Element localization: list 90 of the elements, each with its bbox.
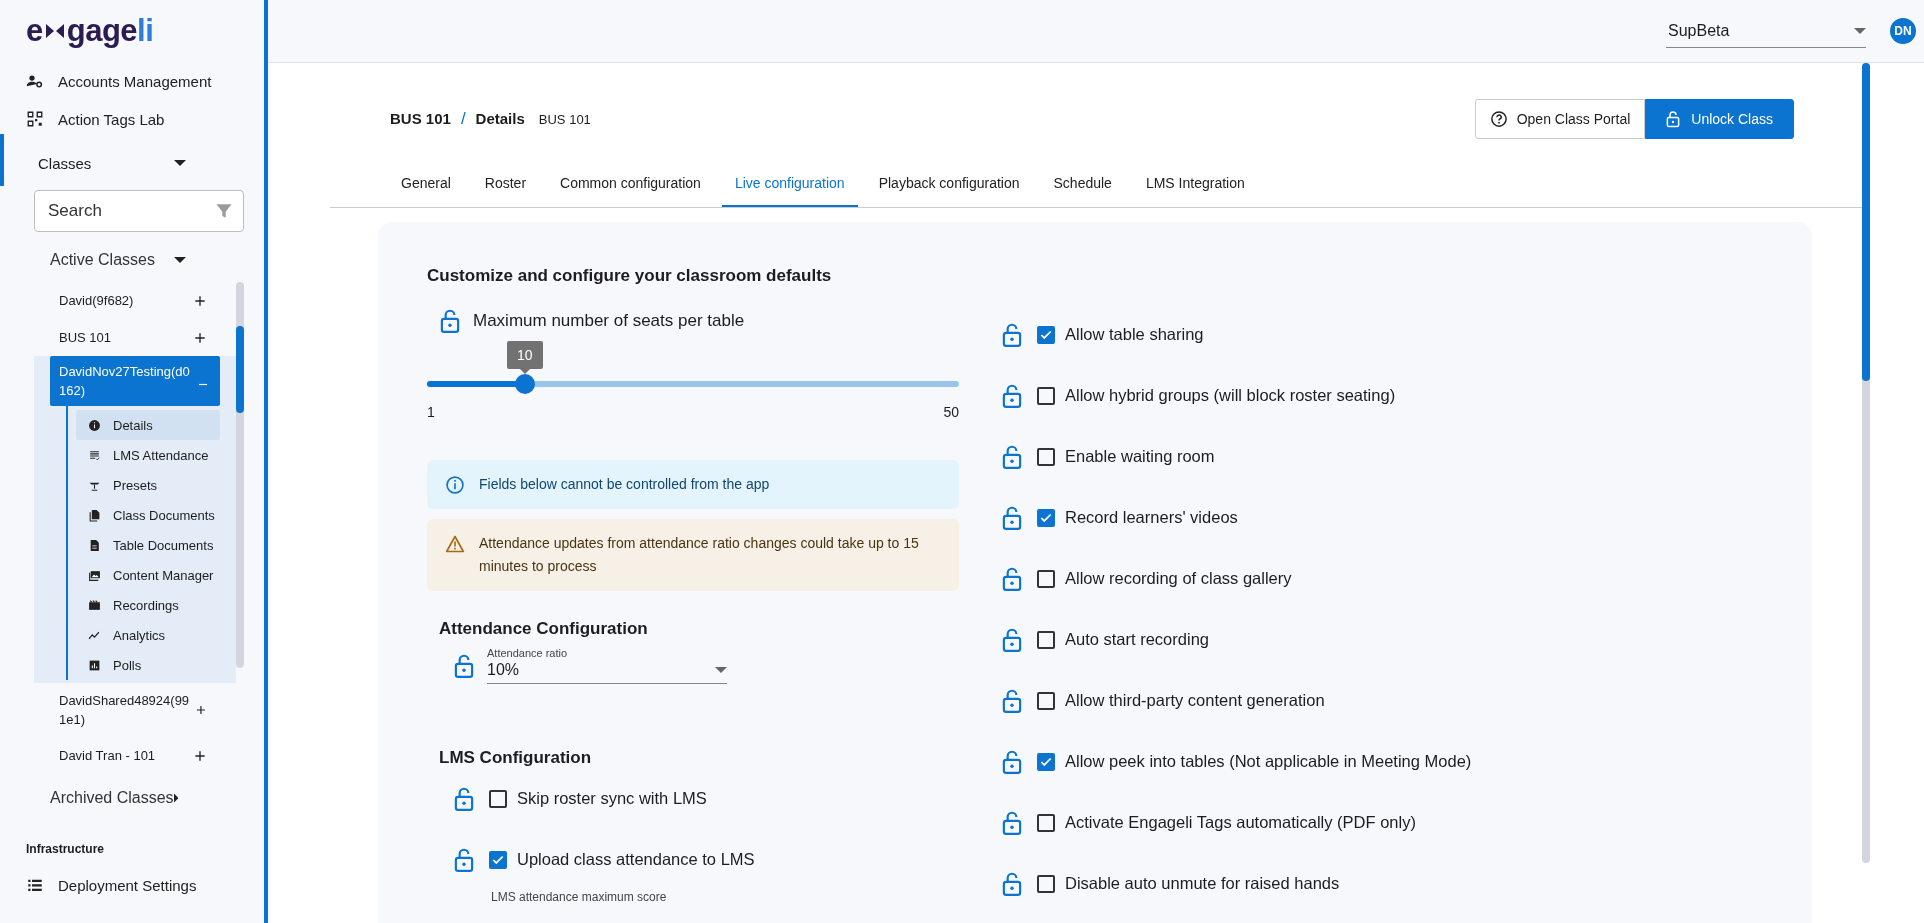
tab[interactable]: Live configuration [721,161,858,207]
alert-text: Fields below cannot be controlled from the app [479,475,770,494]
documents-icon [88,508,101,522]
tab[interactable]: LMS Integration [1132,161,1258,207]
user-avatar[interactable]: DN [1890,18,1916,44]
checkbox[interactable] [1037,569,1055,588]
class-item[interactable]: DavidNov27Testing(d0162) [50,356,220,406]
breadcrumb-separator: / [460,109,466,129]
tab[interactable]: Roster [471,161,540,207]
checkbox[interactable] [1037,752,1055,771]
nav-item[interactable]: Deployment Settings [0,866,264,904]
checkbox[interactable] [1037,630,1055,649]
document-icon [88,538,101,552]
grid-icon [26,110,44,128]
archived-classes-header[interactable]: Archived Classes [0,774,264,822]
checkbox[interactable] [489,850,507,869]
checkbox[interactable] [1037,813,1055,832]
scrollbar[interactable] [1862,63,1870,863]
info-icon [445,475,465,495]
scrollbar[interactable] [236,282,244,668]
slider-max-label: 50 [943,404,959,420]
slider-min-label: 1 [427,404,435,420]
tab[interactable]: Schedule [1040,161,1125,207]
value-tooltip: 10 [506,341,543,374]
checkbox[interactable] [1037,325,1055,344]
nav-item[interactable]: Action Tags Lab [0,100,264,138]
field-label: LMS attendance maximum score [490,890,668,904]
class-item[interactable]: BUS 101 [0,319,236,356]
tab[interactable]: Common configuration [547,161,714,207]
checkbox[interactable] [1037,691,1055,710]
checkbox-label: Disable auto unmute for raised hands [1065,874,1340,893]
bar-chart-icon [88,658,101,672]
info-icon [88,418,101,432]
unlock-button[interactable]: Unlock Class [1645,99,1794,139]
class-menu-item[interactable]: Polls [76,650,220,680]
checkbox-label: Activate Engageli Tags automatically (PDF only) [1065,813,1416,832]
section-heading: Infrastructure [25,841,106,858]
tab[interactable]: Playback configuration [865,161,1033,207]
alert-text: Attendance updates from attendance ratio changes could take up to 15 minutes to process [479,534,920,576]
slider-thumb[interactable] [514,374,535,394]
checkbox[interactable] [1037,447,1055,466]
organization-select[interactable]: SupBeta [1666,14,1866,48]
attendance-ratio-select[interactable]: Attendance ratio 10% [487,647,727,684]
breadcrumb-link[interactable]: BUS 101 [390,110,451,127]
help-icon [1489,110,1508,128]
checkbox-label: Auto start recording [1065,630,1209,649]
checkbox-label: Record learners' videos [1065,508,1238,527]
engageli-logo[interactable]: e gageli [0,0,264,62]
page-subtitle: BUS 101 [538,112,591,127]
checkbox-label: Allow hybrid groups (will block roster seating) [1065,386,1396,405]
section-heading: Customize and configure your classroom defaults [427,266,833,286]
warning-icon [445,534,465,554]
class-menu-item[interactable]: Class Documents [76,500,220,530]
slider-label: Maximum number of seats per table [473,311,745,331]
section-heading: LMS Configuration [438,748,593,768]
tab[interactable]: General [388,161,464,207]
checkbox-label: Allow third-party content generation [1065,691,1325,710]
filter-icon[interactable] [214,201,234,221]
caret-down-icon [715,667,727,673]
checkbox-label: Upload class attendance to LMS [517,850,755,869]
class-item[interactable]: David Tran - 101 [0,737,236,774]
checkbox[interactable] [1037,508,1055,527]
active-classes-header[interactable]: Active Classes [0,238,264,282]
class-menu-item[interactable]: Table Documents [76,530,220,560]
search-field[interactable]: Search [34,190,244,232]
checkbox-label: Skip roster sync with LMS [517,789,707,808]
section-heading: Attendance Configuration [438,619,649,639]
images-icon [88,568,101,582]
class-item[interactable]: David(9f682) [0,282,236,319]
portal-button[interactable]: Open Class Portal [1474,99,1646,139]
checkbox[interactable] [489,789,507,808]
checkbox-label: Allow peek into tables (Not applicable in Meeting Mode) [1065,752,1472,771]
film-icon [88,598,101,612]
checkbox-label: Enable waiting room [1065,447,1215,466]
nav-item[interactable]: Accounts Management [0,62,264,100]
class-menu-item[interactable]: Analytics [76,620,220,650]
checkbox[interactable] [1037,874,1055,893]
class-menu-item[interactable]: Recordings [76,590,220,620]
class-item[interactable]: DavidShared48924(991e1) [0,683,236,737]
caret-down-icon [1854,27,1866,34]
people-icon [26,72,44,90]
checkbox[interactable] [1037,386,1055,405]
page-title: Details [475,110,525,127]
checkbox-label: Allow table sharing [1065,325,1204,344]
checkbox-label: Allow recording of class gallery [1065,569,1292,588]
checklist-icon [88,448,101,462]
class-menu-item[interactable]: LMS Attendance [76,440,220,470]
class-menu-item[interactable]: Content Manager [76,560,220,590]
class-menu-item[interactable]: Presets [76,470,220,500]
class-menu-item[interactable]: Details [76,410,220,440]
